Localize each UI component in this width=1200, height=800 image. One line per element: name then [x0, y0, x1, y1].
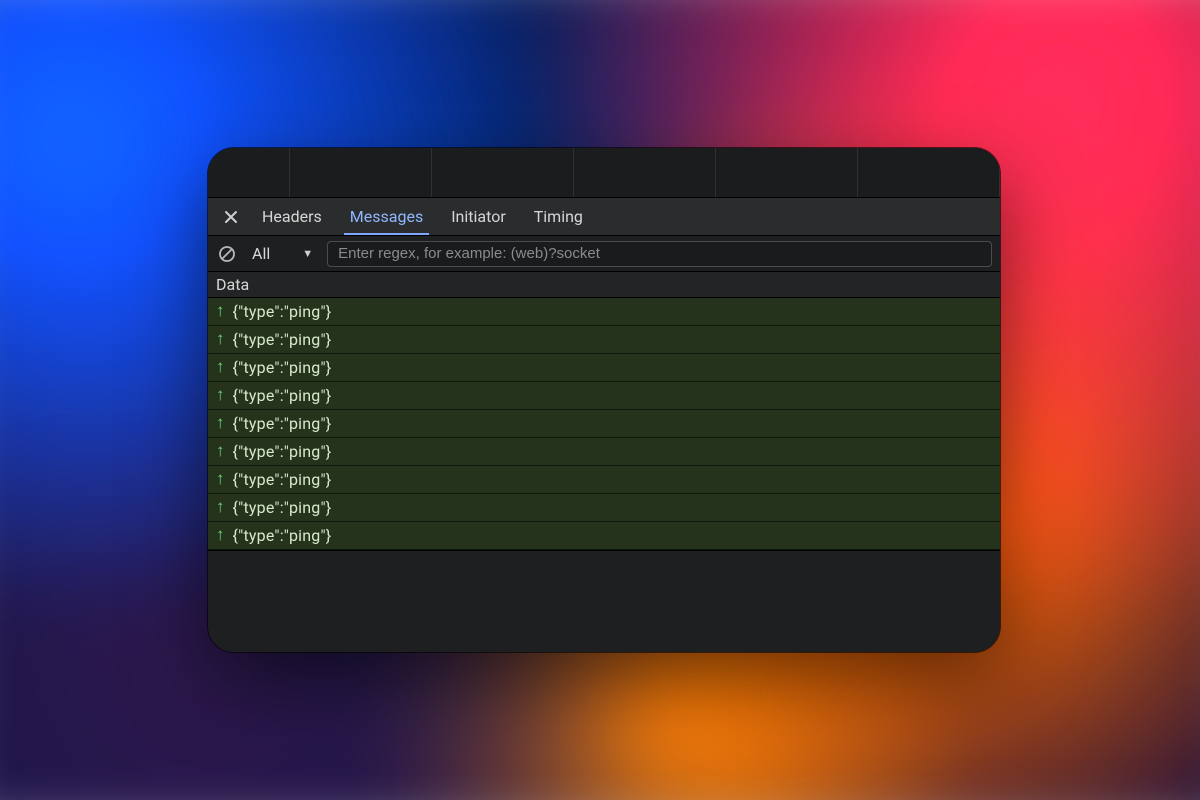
- tab-label: Headers: [262, 207, 322, 226]
- clear-icon: [218, 245, 236, 263]
- column-header-data: Data: [216, 275, 249, 294]
- tab-label: Messages: [350, 207, 423, 226]
- arrow-up-icon: ↑: [216, 387, 225, 404]
- messages-list: ↑ {"type":"ping"} ↑ {"type":"ping"} ↑ {"type"…: [208, 298, 1000, 550]
- close-button[interactable]: [214, 198, 248, 235]
- tab-headers[interactable]: Headers: [248, 198, 336, 235]
- tab-initiator[interactable]: Initiator: [437, 198, 520, 235]
- arrow-up-icon: ↑: [216, 499, 225, 516]
- header-cell: [432, 148, 574, 197]
- close-icon: [224, 210, 238, 224]
- tab-label: Timing: [534, 207, 583, 226]
- messages-column-header[interactable]: Data: [208, 272, 1000, 298]
- arrow-up-icon: ↑: [216, 415, 225, 432]
- arrow-up-icon: ↑: [216, 471, 225, 488]
- network-table-header-strip: [208, 148, 1000, 198]
- message-row[interactable]: ↑ {"type":"ping"}: [208, 466, 1000, 494]
- message-payload: {"type":"ping"}: [233, 414, 332, 433]
- message-payload: {"type":"ping"}: [233, 330, 332, 349]
- header-cell: [716, 148, 858, 197]
- direction-filter-label: All: [252, 244, 270, 263]
- message-row[interactable]: ↑ {"type":"ping"}: [208, 382, 1000, 410]
- devtools-network-panel: Headers Messages Initiator Timing All ▼ Dat…: [208, 148, 1000, 652]
- header-cell: [290, 148, 432, 197]
- arrow-up-icon: ↑: [216, 527, 225, 544]
- arrow-up-icon: ↑: [216, 331, 225, 348]
- message-row[interactable]: ↑ {"type":"ping"}: [208, 494, 1000, 522]
- message-row[interactable]: ↑ {"type":"ping"}: [208, 298, 1000, 326]
- header-cell: [858, 148, 1000, 197]
- chevron-down-icon: ▼: [302, 247, 313, 260]
- message-row[interactable]: ↑ {"type":"ping"}: [208, 438, 1000, 466]
- tab-messages[interactable]: Messages: [336, 198, 437, 235]
- message-row[interactable]: ↑ {"type":"ping"}: [208, 326, 1000, 354]
- regex-filter-input[interactable]: [327, 241, 992, 267]
- arrow-up-icon: ↑: [216, 359, 225, 376]
- tab-timing[interactable]: Timing: [520, 198, 597, 235]
- arrow-up-icon: ↑: [216, 303, 225, 320]
- message-payload: {"type":"ping"}: [233, 386, 332, 405]
- tab-label: Initiator: [451, 207, 506, 226]
- message-preview-empty: [208, 551, 1000, 652]
- message-payload: {"type":"ping"}: [233, 358, 332, 377]
- messages-toolbar: All ▼: [208, 236, 1000, 272]
- direction-filter-dropdown[interactable]: All ▼: [248, 244, 317, 263]
- message-payload: {"type":"ping"}: [233, 470, 332, 489]
- message-payload: {"type":"ping"}: [233, 526, 332, 545]
- message-row[interactable]: ↑ {"type":"ping"}: [208, 522, 1000, 550]
- message-row[interactable]: ↑ {"type":"ping"}: [208, 354, 1000, 382]
- message-payload: {"type":"ping"}: [233, 442, 332, 461]
- header-cell: [574, 148, 716, 197]
- message-payload: {"type":"ping"}: [233, 302, 332, 321]
- detail-tabs: Headers Messages Initiator Timing: [208, 198, 1000, 236]
- message-row[interactable]: ↑ {"type":"ping"}: [208, 410, 1000, 438]
- header-cell: [208, 148, 290, 197]
- message-payload: {"type":"ping"}: [233, 498, 332, 517]
- clear-button[interactable]: [216, 243, 238, 265]
- arrow-up-icon: ↑: [216, 443, 225, 460]
